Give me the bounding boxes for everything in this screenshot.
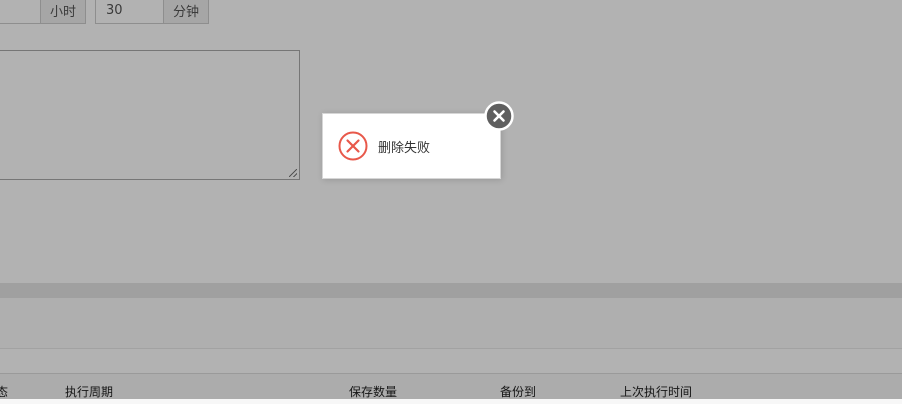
error-message-dialog: 删除失败 — [322, 113, 501, 179]
dialog-close-button[interactable] — [484, 101, 514, 131]
error-circle-icon — [338, 131, 368, 161]
close-circle-icon — [484, 101, 514, 135]
dialog-message: 删除失败 — [378, 141, 431, 156]
modal-overlay[interactable] — [0, 0, 902, 399]
